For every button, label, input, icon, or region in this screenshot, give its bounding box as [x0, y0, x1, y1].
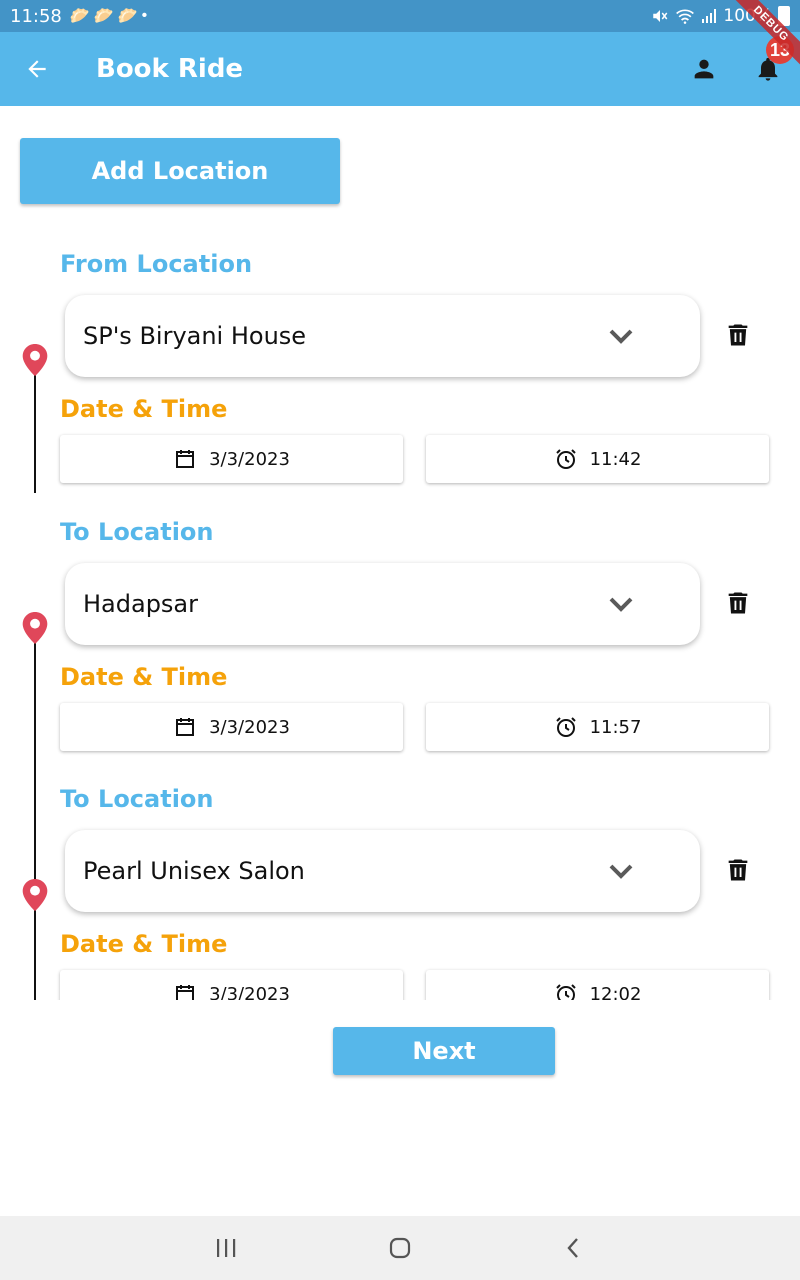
date-value: 3/3/2023 — [209, 983, 290, 1001]
section-label: To Location — [60, 785, 214, 813]
date-time-label: Date & Time — [60, 395, 228, 423]
date-picker-button[interactable]: 3/3/2023 — [60, 435, 403, 483]
battery-percent: 100% — [723, 6, 772, 26]
signal-icon — [702, 9, 717, 23]
date-time-label: Date & Time — [60, 663, 228, 691]
delete-stop-button[interactable] — [722, 319, 754, 351]
status-time: 11:58 — [10, 5, 62, 27]
chevron-down-icon — [609, 329, 633, 344]
delete-stop-button[interactable] — [722, 854, 754, 886]
time-value: 12:02 — [589, 983, 642, 1001]
delete-stop-button[interactable] — [722, 587, 754, 619]
time-value: 11:42 — [589, 448, 642, 470]
location-dropdown[interactable]: Hadapsar — [65, 563, 700, 645]
chevron-down-icon — [609, 864, 633, 879]
location-dropdown[interactable]: SP's Biryani House — [65, 295, 700, 377]
trash-icon — [728, 592, 748, 614]
timeline-line — [34, 358, 36, 493]
section-label: From Location — [60, 250, 253, 278]
trash-icon — [728, 324, 748, 346]
date-value: 3/3/2023 — [209, 716, 290, 738]
section-label: To Location — [60, 518, 214, 546]
time-picker-button[interactable]: 11:57 — [426, 703, 769, 751]
time-value: 11:57 — [589, 716, 642, 738]
mute-icon — [653, 10, 668, 22]
trash-icon — [728, 859, 748, 881]
battery-icon — [778, 6, 790, 26]
page-title: Book Ride — [96, 54, 244, 84]
location-value: SP's Biryani House — [83, 322, 307, 350]
book-ride-screen: 11:58 🥟 🥟 🥟 • 100% Book Ride 13 DEBUG Ad… — [0, 0, 800, 1280]
recent-apps-button[interactable] — [139, 1216, 313, 1280]
chevron-left-icon — [567, 1238, 578, 1258]
next-button[interactable]: Next — [333, 1027, 555, 1075]
home-icon — [389, 1237, 411, 1259]
location-pin-icon — [22, 879, 48, 911]
location-pin-icon — [22, 344, 48, 376]
time-picker-button[interactable]: 12:02 — [426, 970, 769, 1000]
location-dropdown[interactable]: Pearl Unisex Salon — [65, 830, 700, 912]
calendar-icon — [176, 985, 195, 1000]
time-picker-button[interactable]: 11:42 — [426, 435, 769, 483]
date-picker-button[interactable]: 3/3/2023 — [60, 970, 403, 1000]
status-right: 100% — [651, 6, 790, 26]
back-button[interactable] — [0, 32, 74, 106]
home-button[interactable] — [313, 1216, 487, 1280]
calendar-icon — [176, 718, 195, 736]
location-value: Hadapsar — [83, 590, 199, 618]
system-nav-bar — [0, 1216, 800, 1280]
system-back-button[interactable] — [487, 1216, 661, 1280]
app-notification-icon: 🥟 — [117, 8, 138, 25]
app-bar-actions: 13 — [672, 32, 800, 106]
timeline-line — [34, 626, 36, 1000]
calendar-icon — [176, 450, 195, 468]
app-notification-icon: 🥟 — [93, 8, 114, 25]
location-value: Pearl Unisex Salon — [83, 857, 305, 885]
notification-icons: 🥟 🥟 🥟 • — [70, 6, 147, 26]
date-time-label: Date & Time — [60, 930, 228, 958]
notifications-button[interactable]: 13 — [736, 32, 800, 106]
app-notification-icon: 🥟 — [69, 8, 90, 25]
arrow-left-icon — [28, 60, 46, 78]
location-pin-icon — [22, 612, 48, 644]
stops-list[interactable]: From Location SP's Biryani House Date & … — [0, 228, 800, 1000]
date-value: 3/3/2023 — [209, 448, 290, 470]
add-location-button[interactable]: Add Location — [20, 138, 340, 204]
person-icon — [694, 59, 714, 79]
alarm-clock-icon — [555, 449, 576, 469]
date-picker-button[interactable]: 3/3/2023 — [60, 703, 403, 751]
app-bar: Book Ride 13 — [0, 32, 800, 106]
alarm-clock-icon — [555, 717, 576, 737]
status-bar: 11:58 🥟 🥟 🥟 • 100% — [0, 0, 800, 32]
profile-button[interactable] — [672, 32, 736, 106]
recent-apps-icon — [217, 1239, 236, 1257]
wifi-icon — [676, 9, 695, 24]
notification-dot: • — [141, 7, 148, 24]
chevron-down-icon — [609, 597, 633, 612]
alarm-clock-icon — [555, 984, 576, 1000]
notification-count-badge: 13 — [766, 36, 794, 64]
